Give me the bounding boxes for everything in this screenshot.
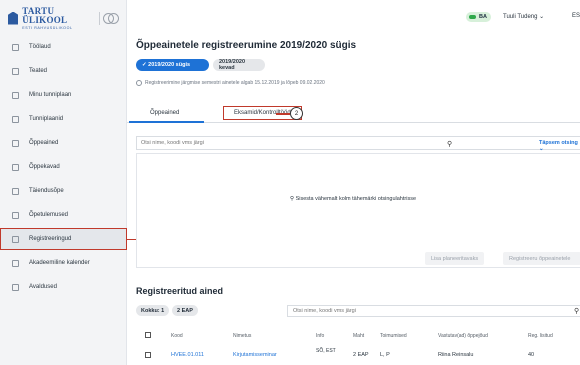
- column-header-name: Nimetus: [233, 333, 252, 339]
- sidebar-item-minu-tunniplaan[interactable]: Minu tunniplaan: [0, 85, 127, 105]
- select-all-checkbox[interactable]: [145, 332, 151, 338]
- add-to-plan-button[interactable]: Lisa planeeritavaks: [425, 252, 485, 265]
- curriculum-icon: [12, 163, 19, 171]
- sidebar-item-label: Tunniplaanid: [29, 116, 64, 122]
- search-results-panel: ⚲ Sisesta vähemalt kolm tähemärki otsing…: [136, 153, 580, 268]
- sidebar-item-label: Teated: [29, 68, 48, 74]
- course-search-bar: ⚲ Täpsem otsing ⌄: [136, 136, 580, 152]
- logo-subtitle: ESTI RAHVUSÜLIKOOL: [22, 25, 73, 30]
- document-icon: [12, 283, 19, 291]
- search-icon[interactable]: ⚲: [447, 140, 452, 148]
- sidebar-item-label: Minu tunniplaan: [29, 92, 72, 98]
- sidebar: TARTU ÜLIKOOL ESTI RAHVUSÜLIKOOL Töölaud…: [0, 0, 127, 365]
- sidebar-item-avaldused[interactable]: Avaldused: [0, 277, 127, 297]
- registered-courses-title: Registreeritud ained: [136, 286, 224, 296]
- registered-search-bar: ⚲: [287, 305, 580, 317]
- semester-autumn-button[interactable]: ✓ 2019/2020 sügis: [136, 59, 209, 71]
- language-switch[interactable]: ES: [572, 13, 580, 19]
- course-search-input[interactable]: [137, 137, 437, 149]
- toggle-icon: [469, 15, 476, 19]
- column-header-volume: Maht: [353, 333, 365, 339]
- sidebar-item-tunniplaanid[interactable]: Tunniplaanid: [0, 109, 127, 129]
- sidebar-item-akadeemiline-kalender[interactable]: Akadeemiline kalender: [0, 253, 127, 273]
- search-icon[interactable]: ⚲: [574, 307, 579, 315]
- schedule-icon: [12, 115, 19, 123]
- course-teacher: Riina Reinsalu: [438, 352, 474, 358]
- page-title: Õppeainetele registreerumine 2019/2020 s…: [136, 40, 357, 51]
- register-courses-button[interactable]: Registreeru õppeainetele: [503, 252, 580, 265]
- registered-search-input[interactable]: [288, 306, 538, 316]
- sidebar-item-opetulemused[interactable]: Õpetulemused: [0, 205, 127, 225]
- sidebar-item-label: Akadeemiline kalender: [29, 260, 90, 266]
- sidebar-item-oppekavad[interactable]: Õppekavad: [0, 157, 127, 177]
- empty-search-message-text: Sisesta vähemalt kolm tähemärki otsingul…: [295, 196, 417, 202]
- calendar-icon: [12, 259, 19, 267]
- study-level-label: BA: [479, 14, 487, 20]
- user-name: Tuuli Tudeng: [503, 14, 538, 20]
- column-header-reg-count: Reg. lisitud: [528, 333, 553, 339]
- rings-icon: [99, 11, 120, 25]
- column-header-teachers: Vastutav(ad) õppejõud: [438, 333, 488, 339]
- registration-note: Registreerimine järgmise semestri ainete…: [136, 80, 325, 86]
- dashboard-icon: [12, 43, 19, 51]
- active-tab-indicator: [129, 121, 204, 123]
- sidebar-item-label: Õppekavad: [29, 164, 60, 170]
- course-volume: 2 EAP: [353, 352, 369, 358]
- user-menu[interactable]: Tuuli Tudeng ⌄: [503, 13, 544, 20]
- sidebar-item-oppeained[interactable]: Õppeained: [0, 133, 127, 153]
- results-icon: [12, 211, 19, 219]
- row-checkbox[interactable]: [145, 352, 151, 358]
- sidebar-item-label: Töölaud: [29, 44, 51, 50]
- callout-arrow: [276, 113, 290, 115]
- message-icon: [12, 67, 19, 75]
- university-crest-icon: [8, 11, 19, 25]
- course-info: SÕ, EST: [316, 348, 336, 354]
- advanced-search-button[interactable]: Täpsem otsing ⌄: [539, 140, 580, 152]
- semester-spring-button[interactable]: 2019/2020 kevad: [213, 59, 265, 71]
- book-icon: [12, 139, 19, 147]
- calendar-grid-icon: [12, 91, 19, 99]
- course-name-link[interactable]: Kirjutamisseminar: [233, 352, 277, 358]
- course-code-link[interactable]: HVEE.01.011: [171, 352, 204, 358]
- continuing-education-icon: [12, 187, 19, 195]
- empty-search-message: ⚲ Sisesta vähemalt kolm tähemärki otsing…: [290, 196, 416, 202]
- tab-oppeained[interactable]: Õppeained: [150, 110, 179, 116]
- course-events: L, P: [380, 352, 390, 358]
- tabs: Õppeained Eksamid/Kontrolltööd: [127, 106, 580, 123]
- sidebar-item-label: Õpetulemused: [29, 212, 69, 218]
- study-level-toggle[interactable]: BA: [466, 12, 491, 22]
- sidebar-item-label: Avaldused: [29, 284, 57, 290]
- university-logo[interactable]: TARTU ÜLIKOOL ESTI RAHVUSÜLIKOOL: [8, 5, 120, 30]
- sidebar-item-teated[interactable]: Teated: [0, 61, 127, 81]
- registration-note-text: Registreerimine järgmise semestri ainete…: [145, 80, 325, 86]
- course-reg-count: 40: [528, 352, 535, 358]
- sidebar-item-label: Õppeained: [29, 140, 59, 146]
- column-header-code: Kood: [171, 333, 183, 339]
- highlight-box-registreeringud: [0, 228, 127, 250]
- sidebar-item-label: Täiendusõpe: [29, 188, 64, 194]
- chevron-down-icon: ⌄: [539, 14, 545, 20]
- total-count-badge: Kokku: 1: [136, 305, 170, 316]
- callout-marker-2: 2: [290, 107, 303, 120]
- column-header-events: Toimumised: [380, 333, 407, 339]
- column-header-info: Info: [316, 333, 325, 339]
- sidebar-item-taiendusope[interactable]: Täiendusõpe: [0, 181, 127, 201]
- logo-title: TARTU ÜLIKOOL: [22, 5, 68, 25]
- info-icon: [136, 80, 142, 86]
- sidebar-item-toolaud[interactable]: Töölaud: [0, 37, 127, 57]
- total-eap-badge: 2 EAP: [172, 305, 198, 316]
- top-bar: BA Tuuli Tudeng ⌄ ES: [127, 0, 580, 34]
